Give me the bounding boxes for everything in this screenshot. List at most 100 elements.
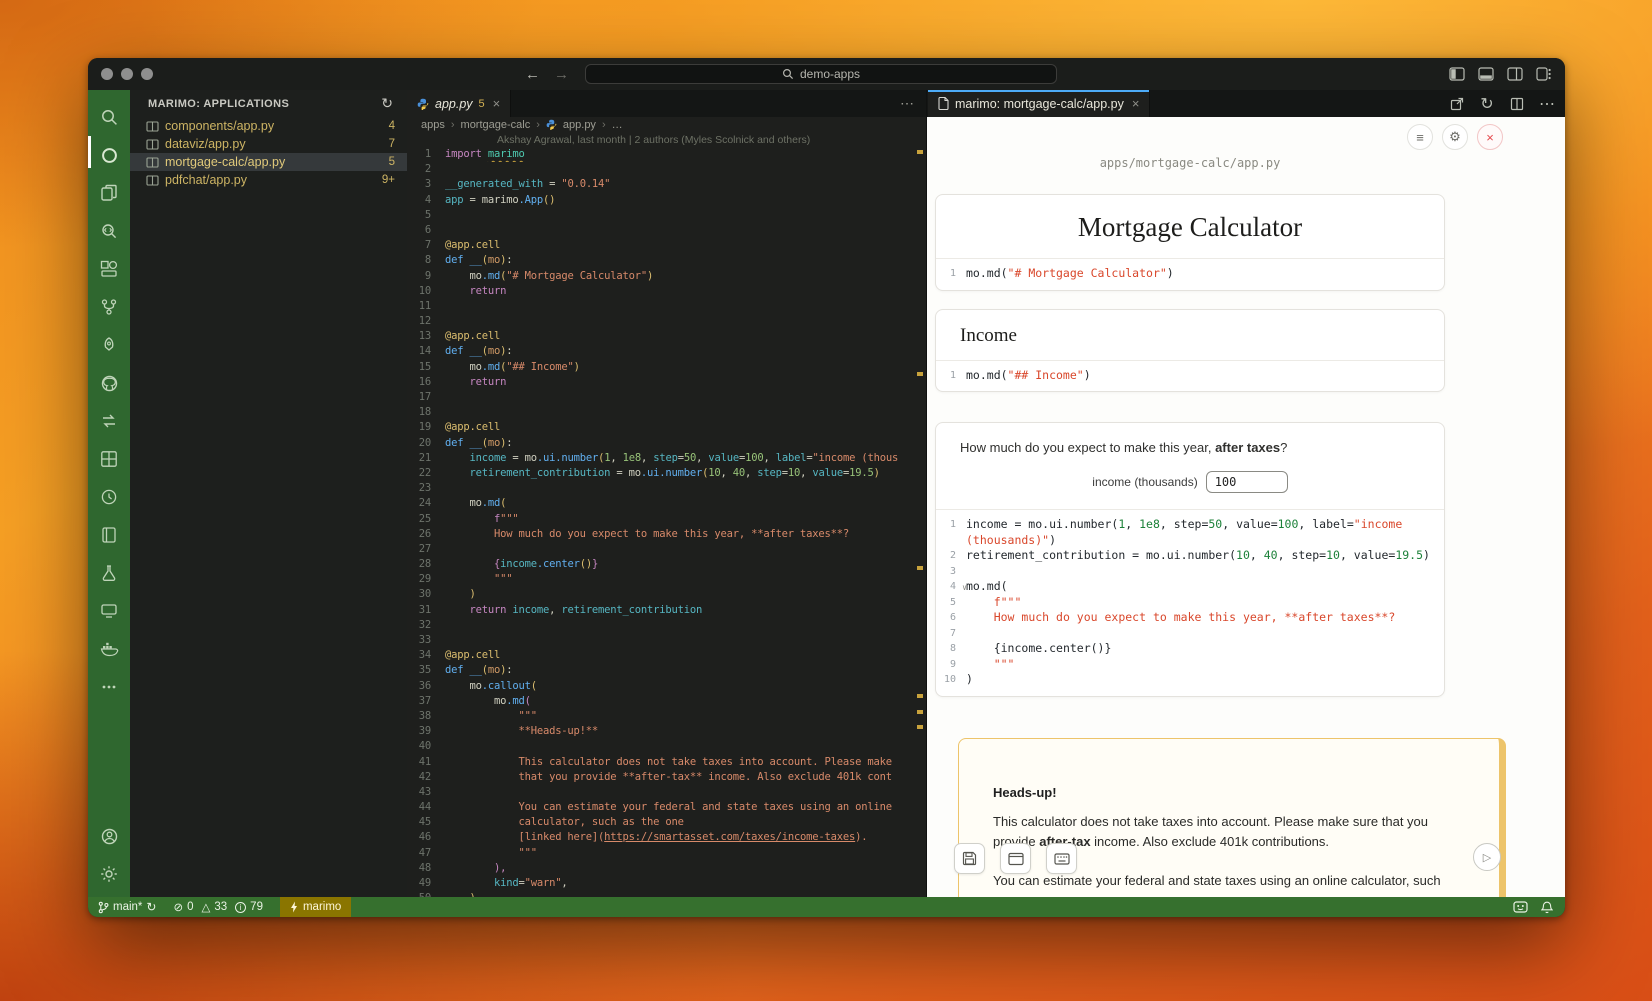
code-line: 14def __(mo): xyxy=(407,344,926,359)
income-input-row: income (thousands) xyxy=(936,463,1444,509)
code-line: 1import marimo xyxy=(407,147,926,162)
code-line: 47 """ xyxy=(407,846,926,861)
open-external-icon[interactable] xyxy=(1447,94,1467,114)
split-editor-icon[interactable] xyxy=(1507,94,1527,114)
cell-income: Income 1mo.md("## Income") xyxy=(935,309,1445,393)
code-line: 44 You can estimate your federal and sta… xyxy=(407,800,926,815)
code-editor[interactable]: 1import marimo23__generated_with = "0.0.… xyxy=(407,147,926,897)
cell-code[interactable]: 1mo.md("# Mortgage Calculator") xyxy=(936,258,1444,290)
settings-icon[interactable]: ⚙ xyxy=(1442,124,1468,150)
code-line: 10) xyxy=(944,672,1434,688)
forward-icon[interactable]: → xyxy=(554,66,569,83)
crumb-symbol[interactable]: … xyxy=(612,119,623,131)
code-line: 25 f""" xyxy=(407,512,926,527)
back-icon[interactable]: ← xyxy=(525,66,540,83)
code-line: 2 xyxy=(407,162,926,177)
rocket-icon[interactable] xyxy=(88,326,130,364)
code-line: 3__generated_with = "0.0.14" xyxy=(407,177,926,192)
github-icon[interactable] xyxy=(88,364,130,402)
overview-ruler-mark xyxy=(917,710,923,714)
toggle-panel-icon[interactable] xyxy=(1475,64,1497,84)
git-blame-annotation: Akshay Agrawal, last month | 2 authors (… xyxy=(407,132,926,147)
refresh-icon[interactable]: ↻ xyxy=(381,95,393,112)
account-icon[interactable] xyxy=(88,817,130,855)
git-fork-icon[interactable] xyxy=(88,288,130,326)
code-line: 36 mo.callout( xyxy=(407,679,926,694)
reload-icon[interactable]: ↻ xyxy=(1477,94,1497,114)
test-beaker-icon[interactable] xyxy=(88,554,130,592)
overview-ruler-mark xyxy=(917,372,923,376)
code-line: 10 return xyxy=(407,284,926,299)
zoom-window-button[interactable] xyxy=(141,68,153,80)
status-bar: main* ↻ ⊘0 △33 i79 marimo xyxy=(88,897,1565,917)
git-branch-status[interactable]: main* ↻ xyxy=(98,900,156,914)
code-line: 20def __(mo): xyxy=(407,436,926,451)
swap-arrows-icon[interactable] xyxy=(88,402,130,440)
minimize-window-button[interactable] xyxy=(121,68,133,80)
sync-icon[interactable]: ↻ xyxy=(146,900,156,914)
crumb-mortgage-calc[interactable]: mortgage-calc xyxy=(461,119,531,131)
notifications-bell-icon[interactable] xyxy=(1541,901,1553,914)
close-tab-icon[interactable]: × xyxy=(493,96,501,111)
git-branch-icon xyxy=(98,901,109,914)
code-line: 7@app.cell xyxy=(407,238,926,253)
command-center-search[interactable]: demo-apps xyxy=(585,64,1057,84)
code-line: 31 return income, retirement_contributio… xyxy=(407,603,926,618)
crumb-app-py[interactable]: app.py xyxy=(563,119,596,131)
layout-grid-icon[interactable] xyxy=(88,440,130,478)
marimo-view-icon[interactable] xyxy=(88,136,130,174)
notebook-file-icon xyxy=(146,174,159,187)
income-number-input[interactable] xyxy=(1206,471,1288,493)
tab-app-py[interactable]: app.py 5 × xyxy=(407,90,511,117)
feedback-icon[interactable] xyxy=(1513,901,1528,913)
search-view-icon[interactable] xyxy=(88,98,130,136)
settings-gear-icon[interactable] xyxy=(88,855,130,893)
remote-monitor-icon[interactable] xyxy=(88,592,130,630)
customize-layout-icon[interactable] xyxy=(1533,64,1555,84)
code-line: 1mo.md("# Mortgage Calculator") xyxy=(944,266,1434,282)
crumb-apps[interactable]: apps xyxy=(421,119,445,131)
close-window-button[interactable] xyxy=(101,68,113,80)
more-views-icon[interactable] xyxy=(88,668,130,706)
marimo-status-badge[interactable]: marimo xyxy=(280,897,351,917)
close-tab-icon[interactable]: × xyxy=(1132,96,1140,111)
activity-bar-bottom xyxy=(88,817,130,893)
errors-count: 0 xyxy=(187,901,193,913)
save-button[interactable] xyxy=(954,843,985,874)
sidebar-file-item[interactable]: dataviz/app.py 7 xyxy=(130,135,407,153)
run-button[interactable]: ▷ xyxy=(1473,843,1501,871)
shutdown-icon[interactable]: × xyxy=(1477,124,1503,150)
more-actions-icon[interactable]: ⋯ xyxy=(1537,94,1557,114)
toggle-sidebar-icon[interactable] xyxy=(1446,64,1468,84)
breadcrumb[interactable]: apps› mortgage-calc› app.py› … xyxy=(407,117,926,132)
problem-count-badge: 9+ xyxy=(382,174,395,186)
code-line: 7 xyxy=(944,626,1434,642)
keyboard-shortcuts-button[interactable] xyxy=(1046,843,1077,874)
code-line: 8def __(mo): xyxy=(407,253,926,268)
shapes-icon[interactable] xyxy=(88,250,130,288)
code-line: 41 This calculator does not take taxes i… xyxy=(407,755,926,770)
code-line: 45 calculator, such as the one xyxy=(407,815,926,830)
history-clock-icon[interactable] xyxy=(88,478,130,516)
sidebar-file-item[interactable]: components/app.py 4 xyxy=(130,117,407,135)
problems-status[interactable]: ⊘0 △33 i79 xyxy=(173,900,263,914)
code-inspect-icon[interactable] xyxy=(88,212,130,250)
open-window-button[interactable] xyxy=(1000,843,1031,874)
toggle-secondary-sidebar-icon[interactable] xyxy=(1504,64,1526,84)
tab-marimo-panel[interactable]: marimo: mortgage-calc/app.py × xyxy=(928,90,1150,117)
notebook-file-icon xyxy=(146,138,159,151)
files-copy-icon[interactable] xyxy=(88,174,130,212)
sidebar-file-item[interactable]: mortgage-calc/app.py 5 xyxy=(130,153,407,171)
code-line: 12 xyxy=(407,314,926,329)
sidebar-file-item[interactable]: pdfchat/app.py 9+ xyxy=(130,171,407,189)
editor-more-actions-icon[interactable]: ⋯ xyxy=(900,90,914,117)
cell-code[interactable]: 1income = mo.ui.number(1, 1e8, step=50, … xyxy=(936,509,1444,696)
infos-count: 79 xyxy=(250,901,263,913)
tab-label: marimo: mortgage-calc/app.py xyxy=(955,97,1124,111)
marimo-tab-bar: marimo: mortgage-calc/app.py × ↻ ⋯ xyxy=(927,90,1565,117)
cell-code[interactable]: 1mo.md("## Income") xyxy=(936,360,1444,392)
notebook-column: apps/mortgage-calc/app.py Mortgage Calcu… xyxy=(935,117,1445,697)
code-line: 6 How much do you expect to make this ye… xyxy=(944,610,1434,626)
docker-whale-icon[interactable] xyxy=(88,630,130,668)
notebook-icon[interactable] xyxy=(88,516,130,554)
